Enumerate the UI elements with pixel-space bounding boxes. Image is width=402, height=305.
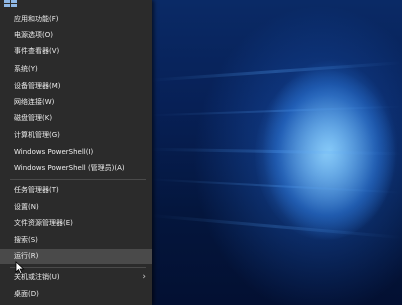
windows-icon[interactable] bbox=[2, 0, 20, 8]
menu-item-disk-management[interactable]: 磁盘管理(K) bbox=[0, 111, 152, 126]
start-context-menu: 应用和功能(F) 电源选项(O) 事件查看器(V) 系统(Y) 设备管理器(M)… bbox=[0, 0, 152, 305]
menu-item-desktop[interactable]: 桌面(D) bbox=[0, 287, 152, 302]
menu-separator bbox=[10, 179, 146, 180]
menu-item-power-options[interactable]: 电源选项(O) bbox=[0, 28, 152, 43]
menu-item-powershell-admin[interactable]: Windows PowerShell (管理员)(A) bbox=[0, 161, 152, 176]
menu-item-apps-features[interactable]: 应用和功能(F) bbox=[0, 12, 152, 27]
menu-item-computer-management[interactable]: 计算机管理(G) bbox=[0, 128, 152, 143]
wallpaper-light-beam bbox=[150, 61, 402, 82]
chevron-right-icon: › bbox=[142, 272, 146, 282]
menu-item-network-connections[interactable]: 网络连接(W) bbox=[0, 95, 152, 110]
menu-item-device-manager[interactable]: 设备管理器(M) bbox=[0, 79, 152, 94]
menu-item-event-viewer[interactable]: 事件查看器(V) bbox=[0, 44, 152, 59]
menu-item-system[interactable]: 系统(Y) bbox=[0, 62, 152, 77]
menu-item-powershell[interactable]: Windows PowerShell(I) bbox=[0, 145, 152, 160]
menu-item-file-explorer[interactable]: 文件资源管理器(E) bbox=[0, 216, 152, 231]
menu-item-settings[interactable]: 设置(N) bbox=[0, 200, 152, 215]
mouse-pointer-icon bbox=[15, 261, 25, 275]
menu-item-task-manager[interactable]: 任务管理器(T) bbox=[0, 183, 152, 198]
menu-item-search[interactable]: 搜索(S) bbox=[0, 233, 152, 248]
wallpaper-glow bbox=[255, 70, 395, 240]
menu-separator bbox=[10, 267, 146, 268]
